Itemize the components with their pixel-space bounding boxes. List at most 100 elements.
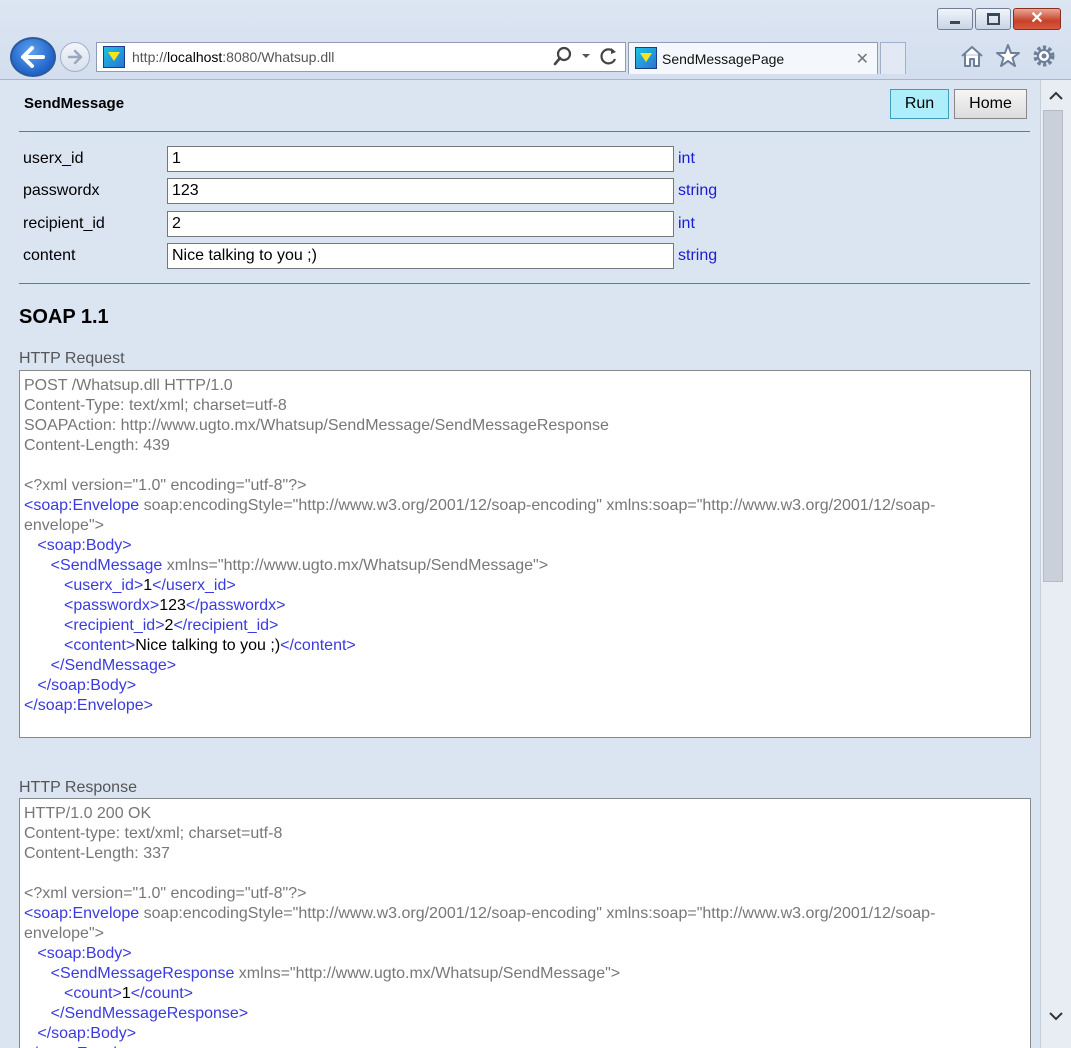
code-line: <soap:Envelope soap:encodingStyle="http:… (24, 496, 1026, 516)
param-type-link[interactable]: int (678, 215, 695, 233)
home-button[interactable]: Home (954, 89, 1027, 119)
http-response-box[interactable]: HTTP/1.0 200 OK Content-type: text/xml; c… (19, 798, 1031, 1048)
favorites-star-icon[interactable] (995, 43, 1021, 69)
divider (19, 131, 1030, 132)
code-text: HTTP/1.0 200 OK (24, 805, 152, 822)
tab-sendmessagepage[interactable]: SendMessagePage ✕ (628, 42, 878, 74)
xml-tag: </count> (130, 985, 194, 1002)
maximize-button[interactable] (975, 8, 1011, 30)
http-request-label: HTTP Request (19, 350, 125, 367)
xml-value: 1 (143, 577, 153, 594)
run-button[interactable]: Run (890, 89, 949, 119)
url-host: localhost (167, 49, 223, 65)
param-input-userx_id[interactable] (167, 146, 674, 172)
address-url[interactable]: http://localhost:8080/Whatsup.dll (132, 49, 334, 65)
xml-tag: </soap:Body> (37, 677, 137, 694)
refresh-icon[interactable] (599, 46, 619, 66)
xml-tag: </SendMessageResponse> (50, 1005, 249, 1022)
xml-tag: </SendMessage> (50, 657, 177, 674)
param-label: recipient_id (23, 215, 105, 232)
code-text: soap:encodingStyle="http://www.w3.org/20… (139, 905, 936, 922)
code-text: Content-Length: 337 (24, 845, 170, 862)
code-line: envelope"> (24, 924, 1026, 944)
page-title: SendMessage (24, 95, 125, 112)
page-content: SendMessage Run Home userx_idint password… (0, 80, 1040, 1048)
scroll-up-icon[interactable] (1041, 82, 1071, 110)
xml-value: 123 (159, 597, 186, 614)
xml-tag: <soap:Body> (37, 537, 132, 554)
settings-gear-icon[interactable] (1031, 43, 1057, 69)
browser-chrome: ✕ http://localhost:8080/Whatsup.dll Send… (0, 0, 1071, 80)
code-line: Content-Length: 439 (24, 436, 1026, 456)
xml-tag: <userx_id> (64, 577, 144, 594)
minimize-button[interactable] (937, 8, 973, 30)
code-text: soap:encodingStyle="http://www.w3.org/20… (139, 497, 936, 514)
dropdown-arrow-icon[interactable] (581, 52, 591, 60)
code-line: <userx_id>1</userx_id> (24, 576, 1026, 596)
code-line: </SendMessage> (24, 656, 1026, 676)
code-line: </soap:Body> (24, 1024, 1026, 1044)
http-response-label: HTTP Response (19, 779, 137, 796)
param-label: passwordx (23, 182, 100, 199)
param-input-passwordx[interactable] (167, 178, 674, 204)
home-icon[interactable] (959, 43, 985, 69)
code-line: <soap:Body> (24, 944, 1026, 964)
code-line: Content-type: text/xml; charset=utf-8 (24, 824, 1026, 844)
param-input-content[interactable] (167, 243, 674, 269)
scrollbar-thumb[interactable] (1043, 110, 1063, 582)
code-line: <SendMessageResponse xmlns="http://www.u… (24, 964, 1026, 984)
back-arrow-icon (21, 46, 45, 68)
xml-tag: </soap:Envelope> (24, 697, 153, 714)
url-scheme: http:// (132, 49, 168, 65)
xml-tag: <passwordx> (64, 597, 160, 614)
code-line: <soap:Envelope soap:encodingStyle="http:… (24, 904, 1026, 924)
code-line: <?xml version="1.0" encoding="utf-8"?> (24, 884, 1026, 904)
soap-version-heading: SOAP 1.1 (19, 306, 109, 328)
site-favicon-icon (103, 46, 125, 68)
scroll-down-icon[interactable] (1041, 1002, 1071, 1030)
close-window-button[interactable]: ✕ (1013, 8, 1061, 30)
new-tab-button[interactable] (880, 42, 906, 74)
code-text: <?xml version="1.0" encoding="utf-8"?> (24, 477, 307, 494)
code-text: xmlns="http://www.ugto.mx/Whatsup/SendMe… (234, 965, 621, 982)
tab-title: SendMessagePage (662, 51, 785, 67)
param-row-userx_id: userx_id int (0, 146, 1040, 172)
code-line: <?xml version="1.0" encoding="utf-8"?> (24, 476, 1026, 496)
code-line: </soap:Body> (24, 676, 1026, 696)
back-button[interactable] (10, 37, 56, 77)
param-type-link[interactable]: string (678, 182, 717, 200)
minimize-icon (950, 21, 960, 24)
xml-tag: <soap:Envelope (24, 497, 140, 514)
xml-tag: </content> (280, 637, 356, 654)
param-type-link[interactable]: int (678, 150, 695, 168)
tab-close-icon[interactable]: ✕ (856, 49, 869, 69)
vertical-scrollbar[interactable] (1040, 80, 1071, 1048)
param-row-passwordx: passwordx string (0, 178, 1040, 204)
code-line: Content-Type: text/xml; charset=utf-8 (24, 396, 1026, 416)
param-input-recipient_id[interactable] (167, 211, 674, 237)
address-bar[interactable]: http://localhost:8080/Whatsup.dll (96, 42, 626, 72)
code-text: envelope"> (24, 517, 104, 534)
xml-tag: </userx_id> (152, 577, 236, 594)
code-line: <SendMessage xmlns="http://www.ugto.mx/W… (24, 556, 1026, 576)
forward-button[interactable] (60, 42, 90, 72)
xml-tag: <soap:Body> (37, 945, 132, 962)
xml-value: Nice talking to you ;) (135, 637, 281, 654)
code-text: Content-Length: 439 (24, 437, 170, 454)
param-type-link[interactable]: string (678, 247, 717, 265)
code-text: SOAPAction: http://www.ugto.mx/Whatsup/S… (24, 417, 609, 434)
code-line: <content>Nice talking to you ;)</content… (24, 636, 1026, 656)
search-icon[interactable] (553, 46, 573, 66)
code-line: <passwordx>123</passwordx> (24, 596, 1026, 616)
http-request-box[interactable]: POST /Whatsup.dll HTTP/1.0 Content-Type: … (19, 370, 1031, 738)
param-row-content: content string (0, 243, 1040, 269)
